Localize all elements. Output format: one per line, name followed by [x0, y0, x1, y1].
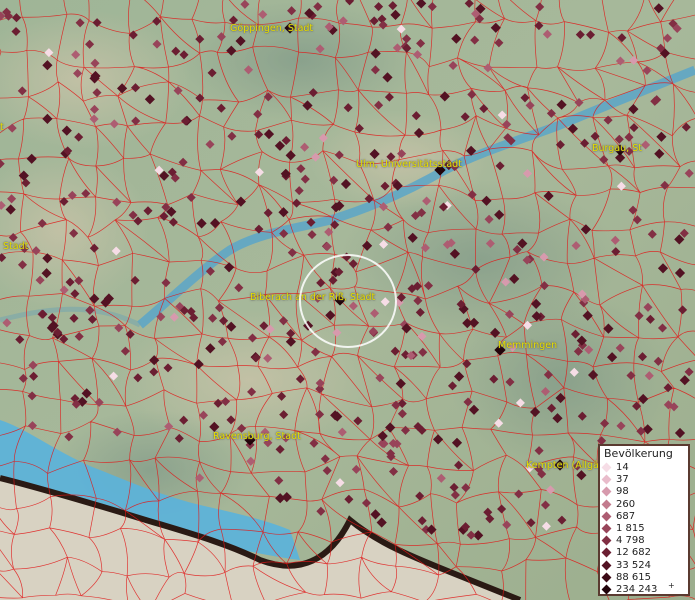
legend-label: 1 815	[616, 523, 645, 534]
legend-swatch	[601, 560, 612, 571]
legend-title: Bevölkerung	[604, 447, 673, 460]
legend-label: 12 682	[616, 547, 651, 559]
legend-swatch	[601, 462, 612, 473]
legend-class-1: 37	[600, 474, 690, 487]
legend-swatch	[601, 572, 612, 583]
legend: Bevölkerung 14 37 98 260 687 1 815 4 798 12 682…	[598, 444, 690, 596]
city-label-memmingen[interactable]: Memmingen	[498, 340, 557, 351]
legend-label: 37	[616, 474, 629, 486]
legend-class-6: 4 798	[600, 535, 690, 548]
legend-class-10: 234 243 +	[600, 581, 690, 597]
legend-class-5: 1 815	[600, 523, 690, 536]
legend-swatch	[601, 474, 612, 485]
legend-swatch	[601, 535, 612, 546]
city-label-kempten[interactable]: Kempten (Allgä	[526, 460, 599, 471]
legend-swatch	[601, 511, 612, 522]
city-label-ulm[interactable]: Ulm, Universitätsstadt	[356, 159, 462, 170]
search-radius-circle[interactable]	[299, 254, 397, 348]
city-label-goeppingen[interactable]: Göppingen, Stadt	[230, 23, 313, 34]
city-label-left-stadt[interactable]: Stadt	[3, 241, 28, 252]
legend-label: 33 524	[616, 559, 651, 571]
legend-class-7: 12 682	[600, 547, 690, 560]
legend-label: 14	[616, 462, 629, 473]
legend-label: 4 798	[616, 535, 645, 547]
legend-label: 98	[616, 486, 629, 498]
legend-class-8: 33 524	[600, 559, 690, 573]
legend-class-2: 98	[600, 486, 690, 499]
legend-swatch	[601, 499, 612, 510]
legend-swatch	[601, 523, 612, 534]
legend-label: 260	[616, 498, 636, 510]
legend-class-4: 687	[600, 510, 690, 524]
legend-class-3: 260	[600, 498, 690, 512]
city-label-burgau[interactable]: Burgau, St	[592, 143, 642, 154]
legend-swatch	[601, 547, 612, 558]
legend-overflow-mark: +	[668, 581, 675, 590]
legend-swatch	[601, 486, 612, 497]
legend-label: 88 615	[616, 571, 651, 583]
legend-label: 234 243	[616, 584, 658, 595]
legend-class-9: 88 615	[600, 571, 690, 585]
city-label-left-edge[interactable]: t	[0, 122, 4, 133]
legend-class-0: 14	[600, 462, 690, 475]
city-label-ravensburg[interactable]: Ravensburg, Stadt	[213, 431, 301, 442]
legend-swatch	[601, 584, 612, 595]
legend-label: 687	[616, 510, 636, 522]
